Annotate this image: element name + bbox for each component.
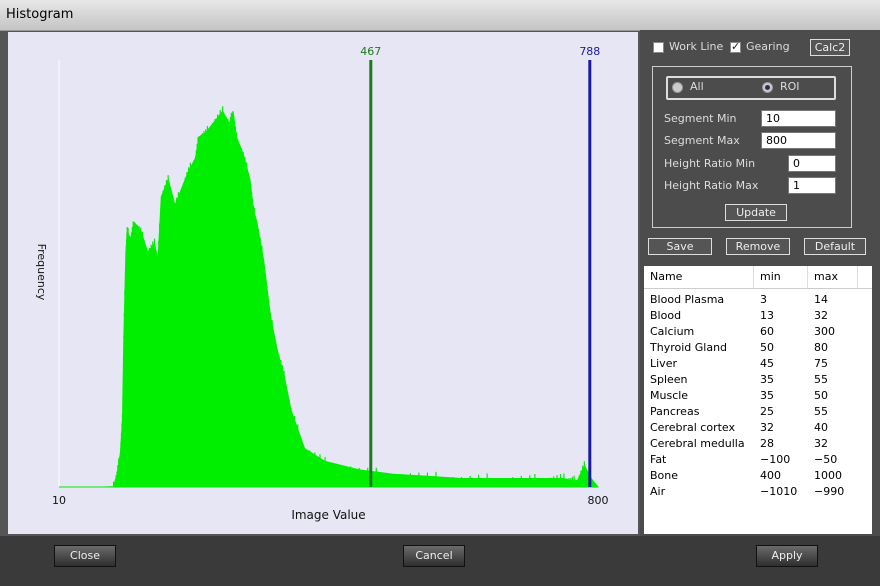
row-min: 60 [760,325,774,338]
close-button[interactable]: Close [54,545,116,567]
row-max: 75 [814,357,828,370]
row-max: 55 [814,405,828,418]
table-row[interactable]: Air −1010 −990 [644,484,872,500]
all-radio[interactable] [672,82,683,93]
row-name: Calcium [650,325,695,338]
table-row[interactable]: Bone 400 1000 [644,468,872,484]
row-name: Spleen [650,373,688,386]
gearing-checkbox[interactable] [730,40,741,53]
row-min: 400 [760,469,781,482]
row-min: 32 [760,421,774,434]
row-min: 25 [760,405,774,418]
table-row[interactable]: Calcium 60 300 [644,324,872,340]
work-line-checkbox[interactable] [653,42,664,53]
histogram-chart: 467 788 10 800 Image Value Frequency [35,45,609,522]
row-max: 32 [814,437,828,450]
histogram-window: Histogram 467 788 10 800 Image Value Frequenc… [0,0,880,586]
roi-label: ROI [780,80,800,93]
table-row[interactable]: Blood Plasma 3 14 [644,292,872,308]
table-row[interactable]: Blood 13 32 [644,308,872,324]
settings-panel: Work Line Gearing Calc2 All ROI Segment … [640,30,880,536]
row-max: 50 [814,389,828,402]
table-header: Name min max [644,266,872,289]
row-min: 35 [760,373,774,386]
height-ratio-max-label: Height Ratio Max [664,179,759,192]
column-header-name[interactable]: Name [644,266,754,288]
column-header-max[interactable]: max [808,266,858,288]
x-tick-label-min: 10 [52,494,66,507]
row-max: −990 [814,485,845,498]
row-name: Air [650,485,666,498]
segment-min-field[interactable] [761,110,836,127]
apply-button[interactable]: Apply [756,545,818,567]
row-min: 50 [760,341,774,354]
gearing-label: Gearing [746,40,790,53]
histogram-plot-panel: 467 788 10 800 Image Value Frequency [8,32,638,534]
column-header-min[interactable]: min [754,266,808,288]
remove-button[interactable]: Remove [726,238,790,255]
roi-radio[interactable] [762,82,773,93]
row-name: Blood Plasma [650,293,725,306]
row-name: Blood [650,309,682,322]
all-label: All [690,80,704,93]
save-button[interactable]: Save [648,238,712,255]
row-max: 32 [814,309,828,322]
table-row[interactable]: Liver 45 75 [644,356,872,372]
default-button[interactable]: Default [804,238,866,255]
update-button[interactable]: Update [725,204,787,221]
row-name: Fat [650,453,667,466]
bottom-button-bar: Close Cancel Apply [0,536,880,586]
row-name: Pancreas [650,405,700,418]
histogram-area [59,110,600,488]
segment-max-label: Segment Max [664,134,740,147]
row-name: Cerebral medulla [650,437,745,450]
tissue-range-table: Name min max Blood Plasma 3 14 Blood 13 32 Cal… [644,266,872,534]
row-min: 35 [760,389,774,402]
marker-label-788: 788 [579,45,600,58]
row-max: 14 [814,293,828,306]
x-tick-label-max: 800 [588,494,609,507]
row-name: Bone [650,469,679,482]
table-row[interactable]: Fat −100 −50 [644,452,872,468]
title-bar[interactable]: Histogram [0,0,880,31]
table-row[interactable]: Thyroid Gland 50 80 [644,340,872,356]
table-row[interactable]: Pancreas 25 55 [644,404,872,420]
row-max: 80 [814,341,828,354]
table-row[interactable]: Muscle 35 50 [644,388,872,404]
work-line-label: Work Line [669,40,724,53]
row-min: −1010 [760,485,798,498]
row-max: 300 [814,325,835,338]
calc2-button[interactable]: Calc2 [810,39,850,56]
cancel-button[interactable]: Cancel [403,545,465,567]
row-min: −100 [760,453,791,466]
y-axis-label: Frequency [35,244,48,301]
table-row[interactable]: Cerebral medulla 28 32 [644,436,872,452]
row-max: 55 [814,373,828,386]
table-row[interactable]: Spleen 35 55 [644,372,872,388]
row-name: Muscle [650,389,689,402]
height-ratio-min-field[interactable] [788,155,836,172]
marker-label-467: 467 [360,45,381,58]
height-ratio-min-label: Height Ratio Min [664,157,756,170]
row-name: Cerebral cortex [650,421,735,434]
window-title: Histogram [6,7,74,22]
row-min: 13 [760,309,774,322]
row-min: 28 [760,437,774,450]
row-min: 45 [760,357,774,370]
segment-max-field[interactable] [761,132,836,149]
table-row[interactable]: Cerebral cortex 32 40 [644,420,872,436]
height-ratio-max-field[interactable] [788,177,836,194]
row-max: 1000 [814,469,842,482]
row-min: 3 [760,293,767,306]
x-axis-label: Image Value [291,508,365,522]
segment-min-label: Segment Min [664,112,737,125]
row-max: 40 [814,421,828,434]
row-name: Thyroid Gland [650,341,728,354]
row-max: −50 [814,453,838,466]
row-name: Liver [650,357,677,370]
